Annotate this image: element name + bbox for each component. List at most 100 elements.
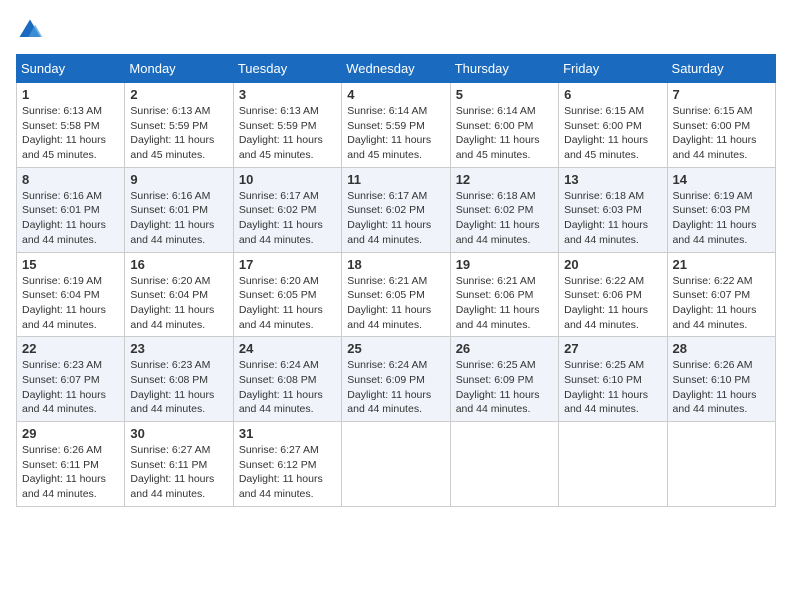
day-info: Sunrise: 6:16 AMSunset: 6:01 PMDaylight:… (130, 190, 214, 246)
calendar-header-row: SundayMondayTuesdayWednesdayThursdayFrid… (17, 55, 776, 83)
day-info: Sunrise: 6:13 AMSunset: 5:59 PMDaylight:… (130, 105, 214, 161)
day-info: Sunrise: 6:20 AMSunset: 6:05 PMDaylight:… (239, 275, 323, 331)
day-number: 22 (22, 341, 119, 356)
calendar-day-cell: 13 Sunrise: 6:18 AMSunset: 6:03 PMDaylig… (559, 167, 667, 252)
logo-icon (16, 16, 44, 44)
day-info: Sunrise: 6:26 AMSunset: 6:11 PMDaylight:… (22, 444, 106, 500)
calendar-day-cell (667, 422, 775, 507)
day-info: Sunrise: 6:21 AMSunset: 6:06 PMDaylight:… (456, 275, 540, 331)
day-info: Sunrise: 6:20 AMSunset: 6:04 PMDaylight:… (130, 275, 214, 331)
day-number: 23 (130, 341, 227, 356)
day-number: 30 (130, 426, 227, 441)
calendar-day-cell (450, 422, 558, 507)
calendar-day-cell: 29 Sunrise: 6:26 AMSunset: 6:11 PMDaylig… (17, 422, 125, 507)
calendar-day-cell: 17 Sunrise: 6:20 AMSunset: 6:05 PMDaylig… (233, 252, 341, 337)
calendar-day-cell: 19 Sunrise: 6:21 AMSunset: 6:06 PMDaylig… (450, 252, 558, 337)
calendar-week-row: 8 Sunrise: 6:16 AMSunset: 6:01 PMDayligh… (17, 167, 776, 252)
day-info: Sunrise: 6:19 AMSunset: 6:03 PMDaylight:… (673, 190, 757, 246)
day-info: Sunrise: 6:14 AMSunset: 6:00 PMDaylight:… (456, 105, 540, 161)
day-number: 3 (239, 87, 336, 102)
day-number: 15 (22, 257, 119, 272)
day-number: 24 (239, 341, 336, 356)
day-number: 26 (456, 341, 553, 356)
calendar-week-row: 1 Sunrise: 6:13 AMSunset: 5:58 PMDayligh… (17, 83, 776, 168)
day-number: 16 (130, 257, 227, 272)
day-number: 25 (347, 341, 444, 356)
day-number: 8 (22, 172, 119, 187)
day-info: Sunrise: 6:25 AMSunset: 6:10 PMDaylight:… (564, 359, 648, 415)
calendar-day-cell: 23 Sunrise: 6:23 AMSunset: 6:08 PMDaylig… (125, 337, 233, 422)
day-number: 18 (347, 257, 444, 272)
day-number: 6 (564, 87, 661, 102)
calendar-day-cell: 14 Sunrise: 6:19 AMSunset: 6:03 PMDaylig… (667, 167, 775, 252)
day-info: Sunrise: 6:18 AMSunset: 6:02 PMDaylight:… (456, 190, 540, 246)
calendar-day-cell: 12 Sunrise: 6:18 AMSunset: 6:02 PMDaylig… (450, 167, 558, 252)
day-info: Sunrise: 6:27 AMSunset: 6:11 PMDaylight:… (130, 444, 214, 500)
calendar-day-cell: 22 Sunrise: 6:23 AMSunset: 6:07 PMDaylig… (17, 337, 125, 422)
calendar-day-cell: 16 Sunrise: 6:20 AMSunset: 6:04 PMDaylig… (125, 252, 233, 337)
calendar-week-row: 29 Sunrise: 6:26 AMSunset: 6:11 PMDaylig… (17, 422, 776, 507)
day-number: 2 (130, 87, 227, 102)
calendar-day-cell: 10 Sunrise: 6:17 AMSunset: 6:02 PMDaylig… (233, 167, 341, 252)
calendar-day-cell (559, 422, 667, 507)
day-info: Sunrise: 6:13 AMSunset: 5:59 PMDaylight:… (239, 105, 323, 161)
calendar-day-cell: 28 Sunrise: 6:26 AMSunset: 6:10 PMDaylig… (667, 337, 775, 422)
day-info: Sunrise: 6:25 AMSunset: 6:09 PMDaylight:… (456, 359, 540, 415)
calendar-day-cell: 27 Sunrise: 6:25 AMSunset: 6:10 PMDaylig… (559, 337, 667, 422)
day-number: 5 (456, 87, 553, 102)
weekday-header: Tuesday (233, 55, 341, 83)
calendar-week-row: 22 Sunrise: 6:23 AMSunset: 6:07 PMDaylig… (17, 337, 776, 422)
calendar-week-row: 15 Sunrise: 6:19 AMSunset: 6:04 PMDaylig… (17, 252, 776, 337)
day-number: 11 (347, 172, 444, 187)
day-info: Sunrise: 6:22 AMSunset: 6:07 PMDaylight:… (673, 275, 757, 331)
day-number: 28 (673, 341, 770, 356)
calendar-day-cell: 24 Sunrise: 6:24 AMSunset: 6:08 PMDaylig… (233, 337, 341, 422)
day-number: 20 (564, 257, 661, 272)
day-info: Sunrise: 6:24 AMSunset: 6:09 PMDaylight:… (347, 359, 431, 415)
calendar-day-cell: 21 Sunrise: 6:22 AMSunset: 6:07 PMDaylig… (667, 252, 775, 337)
day-number: 4 (347, 87, 444, 102)
day-number: 17 (239, 257, 336, 272)
day-info: Sunrise: 6:23 AMSunset: 6:07 PMDaylight:… (22, 359, 106, 415)
day-info: Sunrise: 6:19 AMSunset: 6:04 PMDaylight:… (22, 275, 106, 331)
weekday-header: Saturday (667, 55, 775, 83)
day-info: Sunrise: 6:15 AMSunset: 6:00 PMDaylight:… (673, 105, 757, 161)
calendar-day-cell: 9 Sunrise: 6:16 AMSunset: 6:01 PMDayligh… (125, 167, 233, 252)
weekday-header: Friday (559, 55, 667, 83)
day-info: Sunrise: 6:24 AMSunset: 6:08 PMDaylight:… (239, 359, 323, 415)
calendar-day-cell: 1 Sunrise: 6:13 AMSunset: 5:58 PMDayligh… (17, 83, 125, 168)
day-info: Sunrise: 6:17 AMSunset: 6:02 PMDaylight:… (347, 190, 431, 246)
calendar-day-cell: 31 Sunrise: 6:27 AMSunset: 6:12 PMDaylig… (233, 422, 341, 507)
day-number: 14 (673, 172, 770, 187)
calendar-day-cell: 8 Sunrise: 6:16 AMSunset: 6:01 PMDayligh… (17, 167, 125, 252)
page-header (16, 16, 776, 44)
day-info: Sunrise: 6:15 AMSunset: 6:00 PMDaylight:… (564, 105, 648, 161)
day-info: Sunrise: 6:13 AMSunset: 5:58 PMDaylight:… (22, 105, 106, 161)
calendar-day-cell (342, 422, 450, 507)
calendar-day-cell: 26 Sunrise: 6:25 AMSunset: 6:09 PMDaylig… (450, 337, 558, 422)
day-number: 27 (564, 341, 661, 356)
calendar-day-cell: 5 Sunrise: 6:14 AMSunset: 6:00 PMDayligh… (450, 83, 558, 168)
weekday-header: Sunday (17, 55, 125, 83)
calendar-day-cell: 6 Sunrise: 6:15 AMSunset: 6:00 PMDayligh… (559, 83, 667, 168)
day-number: 21 (673, 257, 770, 272)
day-info: Sunrise: 6:23 AMSunset: 6:08 PMDaylight:… (130, 359, 214, 415)
day-info: Sunrise: 6:21 AMSunset: 6:05 PMDaylight:… (347, 275, 431, 331)
logo (16, 16, 48, 44)
day-number: 29 (22, 426, 119, 441)
day-info: Sunrise: 6:16 AMSunset: 6:01 PMDaylight:… (22, 190, 106, 246)
calendar-day-cell: 3 Sunrise: 6:13 AMSunset: 5:59 PMDayligh… (233, 83, 341, 168)
calendar-day-cell: 18 Sunrise: 6:21 AMSunset: 6:05 PMDaylig… (342, 252, 450, 337)
calendar-day-cell: 30 Sunrise: 6:27 AMSunset: 6:11 PMDaylig… (125, 422, 233, 507)
day-number: 1 (22, 87, 119, 102)
day-info: Sunrise: 6:14 AMSunset: 5:59 PMDaylight:… (347, 105, 431, 161)
calendar-day-cell: 4 Sunrise: 6:14 AMSunset: 5:59 PMDayligh… (342, 83, 450, 168)
day-info: Sunrise: 6:18 AMSunset: 6:03 PMDaylight:… (564, 190, 648, 246)
day-number: 7 (673, 87, 770, 102)
day-number: 12 (456, 172, 553, 187)
calendar-day-cell: 7 Sunrise: 6:15 AMSunset: 6:00 PMDayligh… (667, 83, 775, 168)
day-info: Sunrise: 6:26 AMSunset: 6:10 PMDaylight:… (673, 359, 757, 415)
calendar-day-cell: 20 Sunrise: 6:22 AMSunset: 6:06 PMDaylig… (559, 252, 667, 337)
day-info: Sunrise: 6:17 AMSunset: 6:02 PMDaylight:… (239, 190, 323, 246)
calendar-day-cell: 15 Sunrise: 6:19 AMSunset: 6:04 PMDaylig… (17, 252, 125, 337)
